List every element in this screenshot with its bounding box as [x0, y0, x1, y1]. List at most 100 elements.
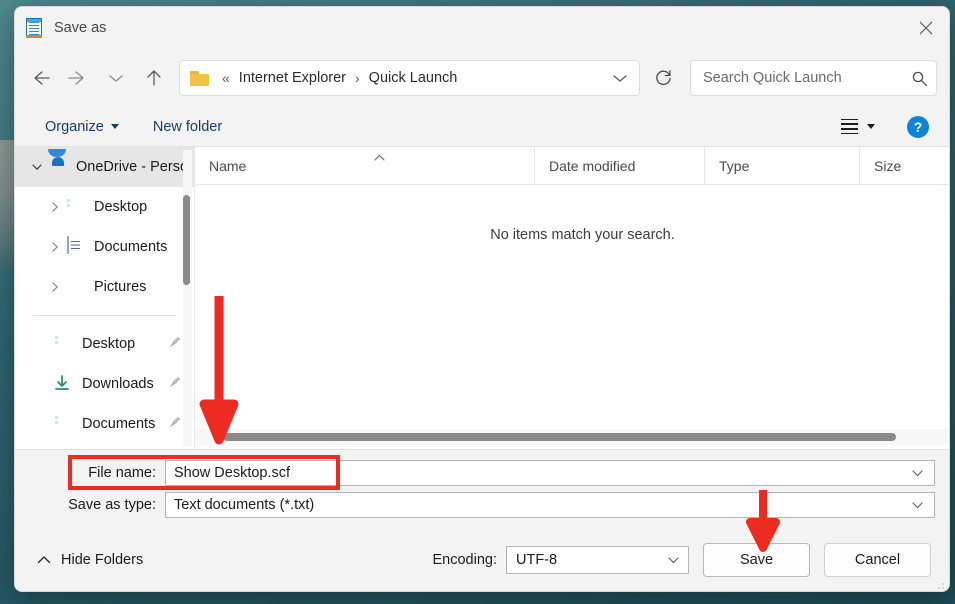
save-as-dialog: Save as « Internet Explorer › Quick Laun…: [14, 6, 950, 592]
save-as-type-row: Save as type: Text documents (*.txt): [15, 492, 949, 518]
dialog-footer: Hide Folders Encoding: UTF-8 Save Cancel: [15, 524, 949, 591]
search-icon[interactable]: [911, 70, 928, 87]
sidebar-quick-desktop[interactable]: Desktop: [15, 324, 194, 364]
column-label: Date modified: [549, 157, 636, 174]
chevron-right-icon[interactable]: [45, 241, 65, 253]
sidebar-item-onedrive[interactable]: OneDrive - Perso: [15, 147, 194, 187]
hide-folders-label: Hide Folders: [61, 552, 144, 568]
documents-icon: [53, 414, 73, 434]
list-view-icon: [841, 118, 858, 135]
column-header-size[interactable]: Size: [860, 147, 949, 185]
breadcrumb-separator: ›: [355, 70, 360, 86]
sidebar-quick-documents[interactable]: Documents: [15, 404, 194, 444]
chevron-right-icon[interactable]: [45, 281, 65, 293]
encoding-group: Encoding: UTF-8: [433, 546, 689, 574]
pictures-icon: [65, 277, 85, 297]
column-header-type[interactable]: Type: [705, 146, 860, 185]
sidebar-item-label: OneDrive - Perso: [76, 159, 189, 175]
sidebar-divider: [33, 315, 176, 316]
breadcrumb-item-internet-explorer[interactable]: Internet Explorer: [235, 67, 350, 89]
recent-locations-button[interactable]: [97, 60, 135, 96]
sidebar-scrollbar-thumb[interactable]: [182, 195, 190, 285]
title-bar: Save as: [15, 7, 949, 49]
file-list-scrollbar-thumb[interactable]: [223, 433, 896, 441]
close-icon: [919, 21, 933, 35]
chevron-up-icon: [37, 556, 51, 564]
column-header-name[interactable]: Name: [195, 146, 535, 185]
save-as-type-label: Save as type:: [68, 497, 156, 513]
back-button[interactable]: [21, 60, 59, 96]
sidebar-item-pictures[interactable]: Pictures: [15, 267, 194, 307]
save-as-type-select[interactable]: Text documents (*.txt): [165, 492, 935, 518]
hide-folders-button[interactable]: Hide Folders: [37, 552, 143, 568]
up-button[interactable]: [135, 60, 173, 96]
sidebar-item-label: Downloads: [82, 376, 154, 392]
command-bar: Organize New folder ?: [15, 107, 949, 147]
breadcrumb-overflow[interactable]: «: [217, 70, 235, 86]
cancel-button[interactable]: Cancel: [824, 543, 931, 577]
chevron-down-icon[interactable]: [27, 161, 47, 173]
back-arrow-icon: [34, 71, 50, 85]
file-list-horizontal-scrollbar[interactable]: [195, 429, 949, 445]
pin-icon[interactable]: [168, 335, 182, 353]
sidebar-item-documents[interactable]: Documents: [15, 227, 194, 267]
chevron-down-icon[interactable]: [906, 501, 928, 510]
search-input[interactable]: [703, 70, 911, 86]
address-dropdown-button[interactable]: [605, 62, 635, 94]
help-button[interactable]: ?: [907, 115, 929, 138]
sidebar-quick-downloads[interactable]: Downloads: [15, 364, 194, 404]
onedrive-icon: [47, 157, 67, 177]
sidebar-scrollbar[interactable]: [182, 150, 192, 446]
column-label: Size: [874, 157, 902, 174]
sidebar-item-label: Desktop: [82, 336, 136, 352]
sidebar-item-label: Pictures: [94, 279, 147, 295]
search-box[interactable]: [690, 60, 937, 96]
column-headers: Name Date modified Type Size: [195, 146, 949, 185]
change-view-button[interactable]: [833, 113, 883, 140]
content-area: OneDrive - Perso Desktop Documents Pictu…: [15, 146, 949, 449]
file-name-label: File name:: [88, 465, 156, 481]
forward-arrow-icon: [68, 71, 84, 85]
forward-button[interactable]: [59, 60, 97, 96]
breadcrumb-item-quick-launch[interactable]: Quick Launch: [365, 67, 462, 89]
column-label: Type: [719, 157, 750, 174]
file-name-value: Show Desktop.scf: [174, 465, 291, 481]
save-button[interactable]: Save: [703, 543, 810, 577]
pin-icon[interactable]: [168, 415, 182, 433]
refresh-button[interactable]: [644, 60, 682, 96]
sidebar-item-label: Desktop: [94, 199, 148, 215]
sort-ascending-icon: [373, 149, 386, 165]
chevron-down-icon: [867, 124, 875, 129]
chevron-down-icon[interactable]: [906, 469, 928, 478]
address-bar[interactable]: « Internet Explorer › Quick Launch: [179, 60, 640, 96]
file-name-input[interactable]: Show Desktop.scf: [165, 460, 935, 486]
sidebar-item-desktop[interactable]: Desktop: [15, 187, 194, 227]
encoding-select[interactable]: UTF-8: [506, 546, 689, 574]
empty-list-message: No items match your search.: [490, 227, 675, 243]
folder-icon: [190, 70, 209, 86]
column-header-date-modified[interactable]: Date modified: [535, 146, 705, 185]
encoding-value: UTF-8: [516, 552, 558, 568]
help-label: ?: [913, 118, 923, 135]
navigation-pane: OneDrive - Perso Desktop Documents Pictu…: [15, 147, 195, 449]
sidebar-item-label: Documents: [82, 416, 156, 432]
chevron-down-icon[interactable]: [662, 556, 684, 565]
new-folder-label: New folder: [152, 118, 223, 135]
sidebar-item-label: Documents: [94, 239, 168, 255]
new-folder-button[interactable]: New folder: [145, 114, 230, 140]
navigation-bar: « Internet Explorer › Quick Launch: [15, 49, 949, 107]
file-name-row: File name: Show Desktop.scf: [15, 460, 949, 486]
chevron-right-icon[interactable]: [45, 201, 65, 213]
resize-grip[interactable]: [933, 581, 945, 591]
pin-icon[interactable]: [168, 375, 182, 393]
chevron-down-icon: [109, 75, 123, 82]
chevron-down-icon: [613, 75, 627, 82]
refresh-icon: [655, 69, 671, 85]
form-area: File name: Show Desktop.scf Save as type…: [15, 449, 949, 518]
organize-button[interactable]: Organize: [37, 114, 127, 140]
desktop-icon: [65, 197, 85, 217]
chevron-down-icon: [110, 124, 119, 129]
notepad-icon: [24, 18, 44, 38]
close-button[interactable]: [903, 7, 949, 49]
up-arrow-icon: [147, 70, 161, 86]
